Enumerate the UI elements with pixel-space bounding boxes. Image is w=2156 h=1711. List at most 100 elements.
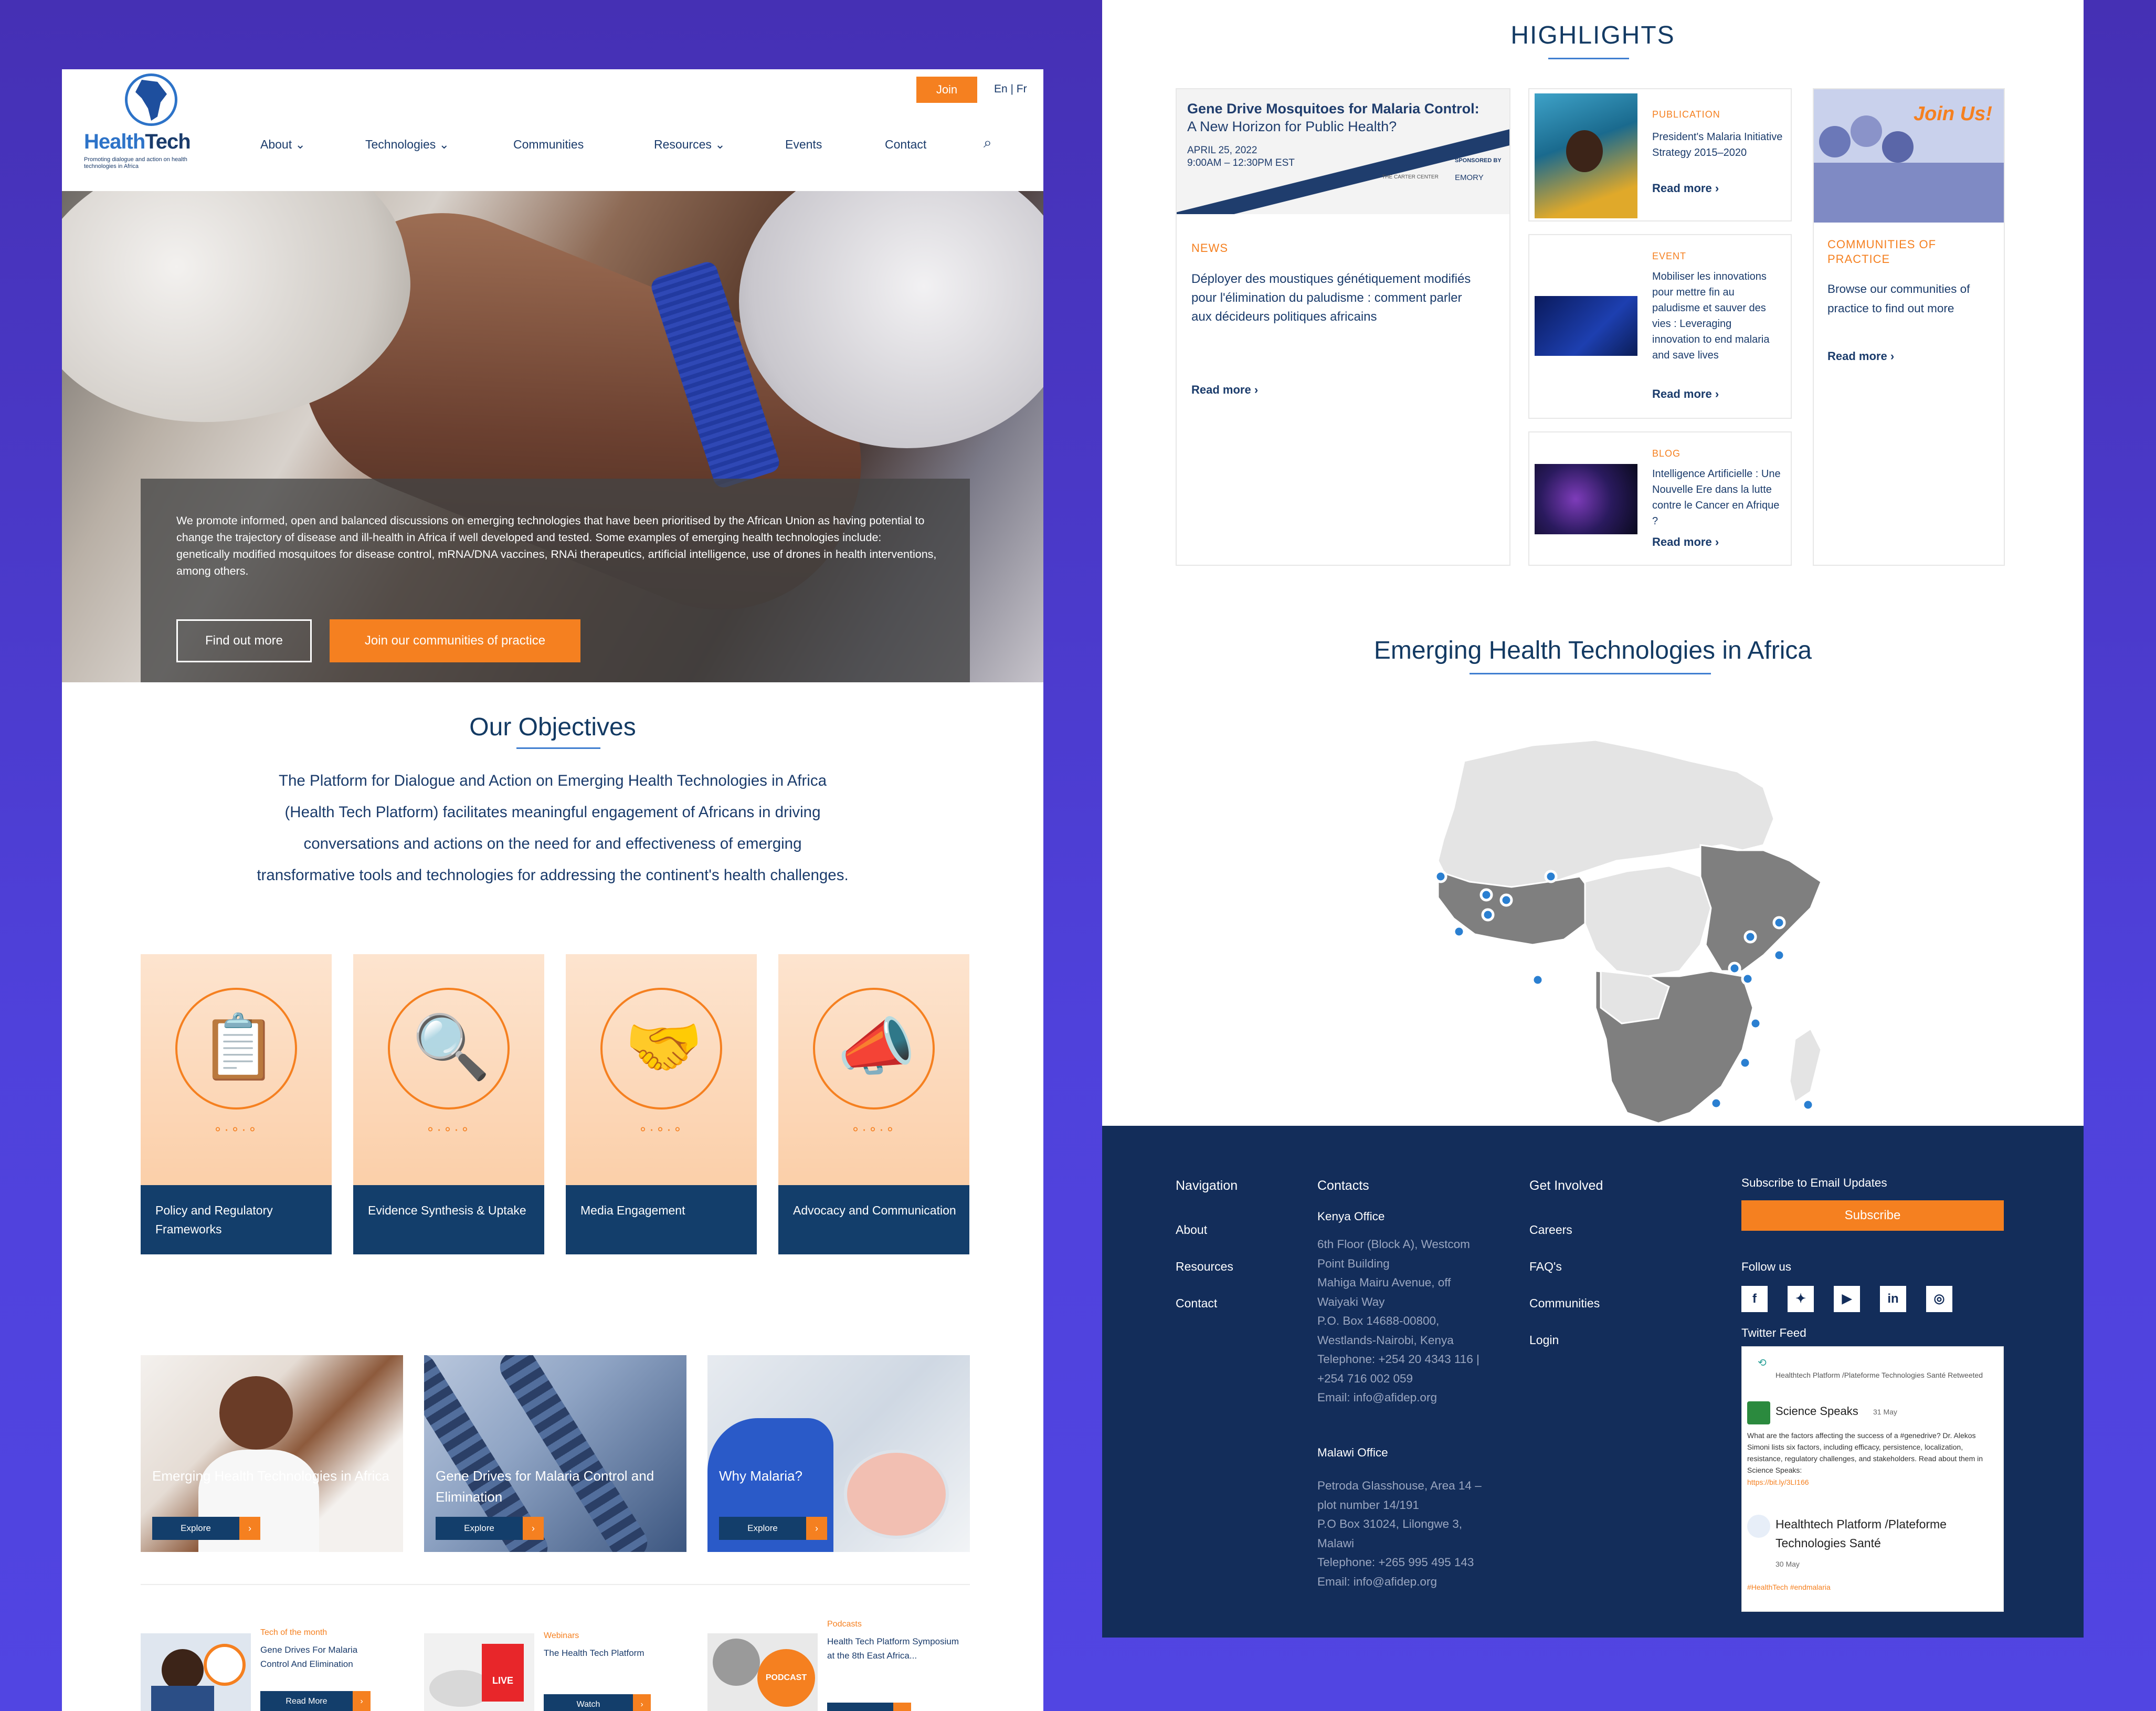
- news-card[interactable]: Gene Drive Mosquitoes for Malaria Contro…: [1176, 88, 1510, 566]
- tweet-tags[interactable]: #HealthTech #endmalaria: [1747, 1583, 1831, 1591]
- publication-text[interactable]: President's Malaria Initiative Strategy …: [1652, 129, 1783, 161]
- footer-link-about[interactable]: About: [1176, 1223, 1207, 1237]
- footer-link-communities[interactable]: Communities: [1529, 1296, 1600, 1311]
- publication-cover-image: [1535, 93, 1637, 218]
- facebook-icon[interactable]: f: [1741, 1286, 1768, 1312]
- explore-button[interactable]: Explore: [719, 1517, 806, 1540]
- follow-us-label: Follow us: [1741, 1260, 1792, 1273]
- instagram-icon[interactable]: ◎: [1926, 1286, 1952, 1312]
- twitter-icon[interactable]: ✦: [1788, 1286, 1814, 1312]
- retweet-label: Healthtech Platform /Plateforme Technolo…: [1775, 1371, 1983, 1379]
- map-marker: [1499, 893, 1513, 907]
- search-icon[interactable]: ⌕: [984, 134, 992, 152]
- communities-text[interactable]: Browse our communities of practice to fi…: [1827, 279, 1995, 318]
- blog-read-more[interactable]: Read more ›: [1652, 535, 1719, 549]
- madagascar-region: [1789, 1027, 1822, 1104]
- title-underline: [516, 747, 600, 749]
- youtube-icon[interactable]: ▶: [1834, 1286, 1860, 1312]
- africa-map[interactable]: [1375, 724, 1847, 1128]
- footer-link-resources[interactable]: Resources: [1176, 1260, 1233, 1274]
- read-more-button[interactable]: Read More: [260, 1691, 353, 1711]
- explore-card[interactable]: Emerging Health Technologies in Africa E…: [141, 1355, 403, 1552]
- hero-text-box: We promote informed, open and balanced d…: [141, 479, 970, 682]
- tweet-author-2[interactable]: Healthtech Platform /Plateforme Technolo…: [1775, 1515, 1996, 1552]
- subscribe-button[interactable]: Subscribe: [1741, 1200, 2004, 1231]
- healthtech-logo[interactable]: HealthTech Promoting dialogue and action…: [83, 73, 219, 173]
- arrow-right-icon[interactable]: ›: [633, 1694, 651, 1711]
- map-title: Emerging Health Technologies in Africa: [1373, 637, 1812, 664]
- news-text[interactable]: Déployer des moustiques génétiquement mo…: [1191, 270, 1485, 326]
- nav-technologies[interactable]: Technologies ⌄: [365, 138, 449, 152]
- connector-dots-icon: ∘·∘·∘: [638, 1121, 684, 1137]
- tweet-link[interactable]: https://bit.ly/3LI166: [1747, 1478, 1809, 1486]
- tweet-body: What are the factors affecting the succe…: [1747, 1431, 1983, 1474]
- publication-read-more[interactable]: Read more ›: [1652, 182, 1719, 195]
- listen-button[interactable]: [827, 1703, 893, 1711]
- arrow-right-icon[interactable]: ›: [353, 1691, 371, 1711]
- map-marker: [1743, 930, 1757, 944]
- tech-of-month-thumbnail[interactable]: [141, 1633, 251, 1711]
- event-text[interactable]: Mobiliser les innovations pour mettre fi…: [1652, 269, 1778, 363]
- footer-link-contact[interactable]: Contact: [1176, 1296, 1217, 1311]
- healthtech-avatar: [1747, 1515, 1770, 1538]
- watch-button[interactable]: Watch: [544, 1694, 633, 1711]
- event-card[interactable]: EVENT Mobiliser les innovations pour met…: [1528, 234, 1792, 419]
- linkedin-icon[interactable]: in: [1880, 1286, 1906, 1312]
- nav-resources[interactable]: Resources ⌄: [654, 138, 725, 152]
- news-read-more[interactable]: Read more ›: [1191, 383, 1258, 397]
- communities-card[interactable]: Join Us! COMMUNITIES OF PRACTICE Browse …: [1813, 88, 2005, 566]
- bottom-item-title[interactable]: Gene Drives For Malaria Control And Elim…: [260, 1643, 386, 1671]
- tweet-author[interactable]: Science Speaks: [1775, 1404, 1858, 1418]
- objective-card[interactable]: 🔍 ∘·∘·∘ Evidence Synthesis & Uptake: [353, 954, 544, 1254]
- connector-dots-icon: ∘·∘·∘: [426, 1121, 472, 1137]
- nav-communities[interactable]: Communities: [513, 138, 584, 152]
- arrow-right-icon[interactable]: ›: [523, 1517, 544, 1540]
- nav-contact[interactable]: Contact: [885, 138, 926, 152]
- live-icon: LIVE: [482, 1644, 524, 1702]
- event-read-more[interactable]: Read more ›: [1652, 387, 1719, 401]
- join-communities-button[interactable]: Join our communities of practice: [330, 619, 580, 662]
- language-switcher[interactable]: En | Fr: [994, 83, 1027, 96]
- publication-card[interactable]: PUBLICATION President's Malaria Initiati…: [1528, 88, 1792, 221]
- explore-card[interactable]: Why Malaria? Explore ›: [707, 1355, 970, 1552]
- left-page-screenshot: HealthTech Promoting dialogue and action…: [62, 69, 1043, 1711]
- communities-read-more[interactable]: Read more ›: [1827, 350, 1894, 363]
- carter-center-logo: THE CARTER CENTER: [1382, 174, 1439, 180]
- podcast-thumbnail[interactable]: PODCAST: [707, 1633, 818, 1711]
- bottom-item-title[interactable]: Health Tech Platform Symposium at the 8t…: [827, 1634, 964, 1663]
- blog-text[interactable]: Intelligence Artificielle : Une Nouvelle…: [1652, 466, 1783, 529]
- chevron-down-icon: ⌄: [715, 138, 725, 151]
- objective-card[interactable]: 📣 ∘·∘·∘ Advocacy and Communication: [778, 954, 969, 1254]
- arrow-right-icon[interactable]: ›: [239, 1517, 260, 1540]
- magnifier-dna-icon: 🔍: [412, 1012, 491, 1082]
- hero-banner: We promote informed, open and balanced d…: [62, 191, 1043, 682]
- malawi-office-title: Malawi Office: [1317, 1446, 1388, 1459]
- footer-link-login[interactable]: Login: [1529, 1333, 1559, 1347]
- arrow-right-icon[interactable]: ›: [893, 1703, 911, 1711]
- explore-card[interactable]: Gene Drives for Malaria Control and Elim…: [424, 1355, 686, 1552]
- nav-about[interactable]: About ⌄: [260, 138, 305, 152]
- right-page-screenshot: HIGHLIGHTS Gene Drive Mosquitoes for Mal…: [1102, 0, 2084, 1638]
- objective-label: Evidence Synthesis & Uptake: [368, 1203, 526, 1217]
- nav-events[interactable]: Events: [785, 138, 822, 152]
- find-out-more-button[interactable]: Find out more: [176, 619, 312, 662]
- explore-button[interactable]: Explore: [152, 1517, 239, 1540]
- bottom-item-title[interactable]: The Health Tech Platform: [544, 1646, 670, 1660]
- twitter-feed-widget[interactable]: ⟲ Healthtech Platform /Plateforme Techno…: [1741, 1346, 2004, 1612]
- objective-card[interactable]: 🤝 ∘·∘·∘ Media Engagement: [566, 954, 757, 1254]
- tweet-date-2: 30 May: [1775, 1560, 1800, 1568]
- webinar-thumbnail[interactable]: LIVE: [424, 1633, 534, 1711]
- bottom-item-category: Podcasts: [827, 1620, 862, 1629]
- blog-card[interactable]: BLOG Intelligence Artificielle : Une Nou…: [1528, 431, 1792, 566]
- footer-link-faq[interactable]: FAQ's: [1529, 1260, 1562, 1274]
- chevron-right-icon: ›: [1715, 182, 1719, 195]
- objective-card[interactable]: 📋 ∘·∘·∘ Policy and Regulatory Frameworks: [141, 954, 332, 1254]
- explore-caption: Emerging Health Technologies in Africa: [152, 1468, 389, 1484]
- explore-button[interactable]: Explore: [436, 1517, 523, 1540]
- communities-category: COMMUNITIES OF PRACTICE: [1827, 238, 1937, 266]
- twitter-feed-title: Twitter Feed: [1741, 1326, 1806, 1339]
- podcast-icon: PODCAST: [757, 1649, 815, 1707]
- arrow-right-icon[interactable]: ›: [806, 1517, 827, 1540]
- join-button[interactable]: Join: [916, 77, 977, 103]
- footer-link-careers[interactable]: Careers: [1529, 1223, 1572, 1237]
